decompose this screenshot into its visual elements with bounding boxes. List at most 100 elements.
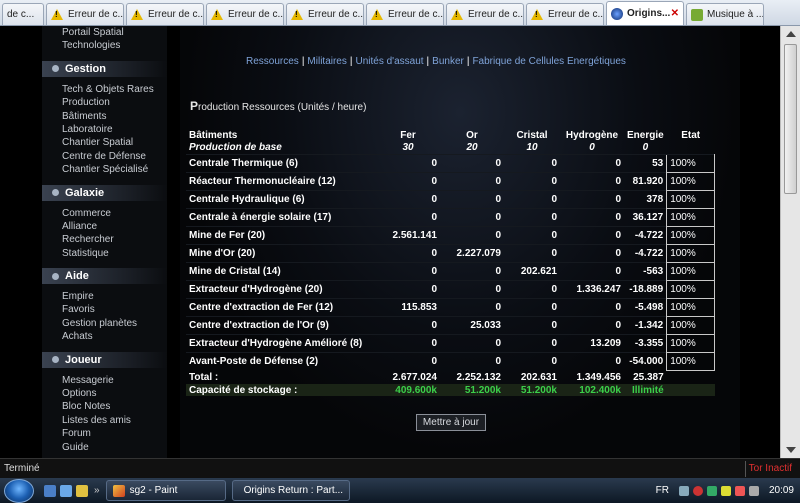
os-taskbar: » sg2 - Paint Origins Return : Part... F… xyxy=(0,478,800,503)
nav-link-bunker[interactable]: Bunker xyxy=(432,56,464,67)
sidebar-link[interactable]: Laboratoire xyxy=(42,123,167,136)
etat-select[interactable]: 100% xyxy=(666,333,716,353)
scroll-up-icon[interactable] xyxy=(786,31,796,37)
table-cell: 0 xyxy=(560,261,624,280)
start-button[interactable] xyxy=(4,478,34,503)
sidebar-link[interactable]: Centre de Défense xyxy=(42,150,167,163)
page-scrollbar[interactable] xyxy=(780,26,800,458)
sidebar-link[interactable]: Tech & Objets Rares xyxy=(42,83,167,96)
browser-tab[interactable]: Musique à ... xyxy=(686,3,764,25)
media-player-icon[interactable] xyxy=(76,484,88,497)
network-icon[interactable] xyxy=(706,485,717,496)
browser-tab[interactable]: Erreur de c... xyxy=(286,3,364,25)
sidebar-link[interactable]: Forum xyxy=(42,427,167,440)
sidebar-link[interactable]: Messagerie xyxy=(42,374,167,387)
taskbar-item-browser[interactable]: Origins Return : Part... xyxy=(231,480,350,501)
nav-link-militaires[interactable]: Militaires xyxy=(307,56,346,67)
sidebar-section-title: Galaxie xyxy=(65,186,105,199)
etat-select[interactable]: 100% xyxy=(666,351,716,371)
browser-tab[interactable]: Erreur de c... xyxy=(46,3,124,25)
nav-link-ressources[interactable]: Ressources xyxy=(246,56,299,67)
browser-tab[interactable]: Erreur de c... xyxy=(366,3,444,25)
table-cell: 0 xyxy=(440,351,504,370)
section-title-rest: roduction Ressources (Unités / heure) xyxy=(198,102,367,113)
game-sidebar: Portail Spatial Technologies Gestion Tec… xyxy=(42,26,167,458)
update-button[interactable]: Mettre à jour xyxy=(416,414,486,431)
sidebar-link[interactable]: Chantier Spécialisé xyxy=(42,163,167,176)
table-cell: -3.355 xyxy=(624,333,667,352)
tray-arrow-icon[interactable] xyxy=(678,485,689,496)
sidebar-link[interactable]: Statistique xyxy=(42,247,167,260)
browser-tab[interactable]: Erreur de c... xyxy=(206,3,284,25)
table-row: Centrale à énergie solaire (17) 0 0 0 0 36.12… xyxy=(186,207,716,227)
sidebar-link[interactable]: Commerce xyxy=(42,207,167,220)
sidebar-link[interactable]: Achats xyxy=(42,330,167,343)
browser-tab[interactable]: Erreur de c... xyxy=(126,3,204,25)
table-cell: 0 xyxy=(560,189,624,208)
sidebar-link[interactable]: Alliance xyxy=(42,220,167,233)
browser-tab-active[interactable]: Origins... ✕ xyxy=(606,1,684,25)
sidebar-link[interactable]: Bloc Notes xyxy=(42,400,167,413)
sidebar-link[interactable]: Bâtiments xyxy=(42,110,167,123)
storage-cell: 102.400k xyxy=(560,384,624,396)
etat-select[interactable]: 100% xyxy=(666,243,716,263)
table-cell: 0 xyxy=(504,351,560,370)
sidebar-link[interactable]: Favoris xyxy=(42,303,167,316)
tray-app-icon[interactable] xyxy=(692,485,703,496)
scroll-down-icon[interactable] xyxy=(786,447,796,453)
paint-icon xyxy=(112,484,125,497)
browser-tab[interactable]: Erreur de c... xyxy=(526,3,604,25)
browser-tab[interactable]: de c... xyxy=(2,3,44,25)
table-cell: 0 xyxy=(560,297,624,316)
taskbar-item-paint[interactable]: sg2 - Paint xyxy=(105,480,226,501)
browser-status-bar: Terminé Tor Inactif xyxy=(0,458,800,478)
etat-select[interactable]: 100% xyxy=(666,225,716,245)
sidebar-link[interactable]: Empire xyxy=(42,290,167,303)
switch-windows-icon[interactable] xyxy=(60,484,72,497)
table-row: Extracteur d'Hydrogène Amélioré (8) 0 0 0 13… xyxy=(186,333,716,353)
sidebar-link[interactable]: Portail Spatial xyxy=(42,26,167,39)
table-cell: 202.631 xyxy=(520,371,557,383)
sidebar-link[interactable]: Guide xyxy=(42,441,167,454)
chevron-right-icon[interactable]: » xyxy=(94,485,100,496)
tor-status[interactable]: Tor Inactif xyxy=(749,463,792,474)
sidebar-link[interactable]: Rechercher xyxy=(42,233,167,246)
table-cell: -18.889 xyxy=(624,279,667,298)
sidebar-link[interactable]: Technologies xyxy=(42,39,167,52)
table-header-row: Bâtiments Fer Or Cristal Hydrogène Energ… xyxy=(186,128,715,142)
table-cell: 0 xyxy=(376,351,440,370)
nav-link-fabrique[interactable]: Fabrique de Cellules Energétiques xyxy=(472,56,625,67)
show-desktop-icon[interactable] xyxy=(44,484,56,497)
etat-select[interactable]: 100% xyxy=(666,153,716,173)
row-label: Extracteur d'Hydrogène (20) xyxy=(186,279,376,298)
row-label: Mine de Cristal (14) xyxy=(186,261,376,280)
tab-label: Erreur de c... xyxy=(468,9,524,20)
sidebar-link[interactable]: Production xyxy=(42,96,167,109)
sidebar-link[interactable]: Options xyxy=(42,387,167,400)
volume-icon[interactable] xyxy=(748,485,759,496)
table-cell: 0 xyxy=(440,225,504,244)
scrollbar-thumb[interactable] xyxy=(784,44,797,194)
sidebar-link[interactable]: Chantier Spatial xyxy=(42,136,167,149)
etat-select[interactable]: 100% xyxy=(666,207,716,227)
language-indicator[interactable]: FR xyxy=(656,485,669,496)
table-cell: -1.342 xyxy=(624,315,667,334)
web-page: Portail Spatial Technologies Gestion Tec… xyxy=(0,26,800,458)
close-tab-icon[interactable]: ✕ xyxy=(671,8,679,19)
row-label: Production de base xyxy=(189,142,282,154)
sidebar-link[interactable]: Listes des amis xyxy=(42,414,167,427)
tray-app-icon[interactable] xyxy=(734,485,745,496)
system-tray: FR 20:09 xyxy=(656,478,800,503)
etat-select[interactable]: 100% xyxy=(666,297,716,317)
etat-select[interactable]: 100% xyxy=(666,171,716,191)
etat-select[interactable]: 100% xyxy=(666,189,716,209)
storage-cell: 409.600k xyxy=(376,384,440,396)
tray-app-icon[interactable] xyxy=(720,485,731,496)
clock[interactable]: 20:09 xyxy=(769,485,794,496)
etat-select[interactable]: 100% xyxy=(666,279,716,299)
nav-link-unites-assaut[interactable]: Unités d'assaut xyxy=(355,56,423,67)
etat-select[interactable]: 100% xyxy=(666,315,716,335)
etat-select[interactable]: 100% xyxy=(666,261,716,281)
browser-tab[interactable]: Erreur de c... xyxy=(446,3,524,25)
sidebar-link[interactable]: Gestion planètes xyxy=(42,317,167,330)
